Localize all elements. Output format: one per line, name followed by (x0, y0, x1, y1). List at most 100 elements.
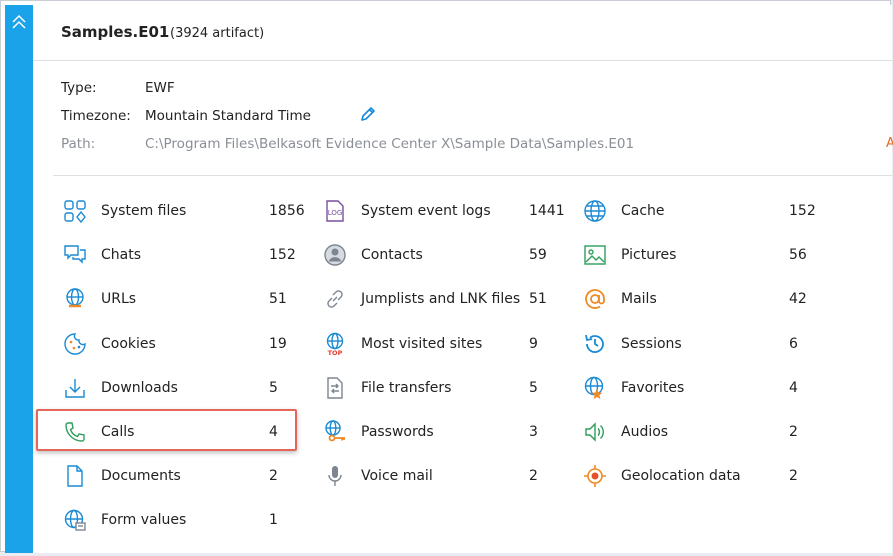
path-value: C:\Program Files\Belkasoft Evidence Cent… (145, 136, 635, 152)
category-cookies[interactable]: Cookies 19 (63, 326, 309, 362)
category-count: 152 (269, 247, 296, 263)
timezone-label: Timezone: (61, 108, 131, 124)
urls-icon (63, 287, 87, 311)
evidence-details-panel: Samples.E01 (3924 artifact) Type: EWF Ti… (33, 5, 893, 553)
svg-text:TOP: TOP (328, 349, 343, 356)
category-geolocation-data[interactable]: Geolocation data 2 (583, 458, 829, 494)
log-icon: LOG (323, 199, 347, 223)
type-label: Type: (61, 80, 97, 96)
category-downloads[interactable]: Downloads 5 (63, 370, 309, 406)
edit-timezone-button[interactable] (359, 105, 377, 123)
cache-globe-icon (583, 199, 607, 223)
category-system-event-logs[interactable]: LOG System event logs 1441 (323, 193, 569, 229)
category-label: Chats (101, 247, 142, 263)
cookies-icon (63, 332, 87, 356)
mail-at-icon (583, 287, 607, 311)
category-label: Most visited sites (361, 336, 483, 352)
category-favorites[interactable]: Favorites 4 (583, 370, 829, 406)
category-label: Geolocation data (621, 468, 741, 484)
svg-text:LOG: LOG (328, 209, 343, 217)
category-file-transfers[interactable]: File transfers 5 (323, 370, 569, 406)
category-label: URLs (101, 291, 137, 307)
category-label: File transfers (361, 380, 452, 396)
category-count: 2 (789, 424, 798, 440)
category-label: Passwords (361, 424, 434, 440)
category-count: 5 (269, 380, 278, 396)
category-count: 2 (529, 468, 538, 484)
category-count: 59 (529, 247, 547, 263)
category-label: System files (101, 203, 187, 219)
divider (53, 175, 892, 176)
downloads-icon (63, 376, 87, 400)
document-icon (63, 464, 87, 488)
pencil-icon (361, 107, 375, 121)
link-icon (323, 287, 347, 311)
category-label: Voice mail (361, 468, 433, 484)
geolocation-icon (583, 464, 607, 488)
category-count: 1856 (269, 203, 305, 219)
timezone-value: Mountain Standard Time (145, 108, 311, 124)
category-label: System event logs (361, 203, 491, 219)
category-label: Downloads (101, 380, 178, 396)
category-count: 56 (789, 247, 807, 263)
category-count: 6 (789, 336, 798, 352)
history-icon (583, 332, 607, 356)
category-audios[interactable]: Audios 2 (583, 414, 829, 450)
category-label: Audios (621, 424, 669, 440)
category-voice-mail[interactable]: Voice mail 2 (323, 458, 569, 494)
path-label: Path: (61, 136, 96, 152)
category-label: Jumplists and LNK files (361, 291, 521, 307)
category-system-files[interactable]: System files 1856 (63, 193, 309, 229)
chevron-double-up-icon (12, 14, 26, 29)
speaker-icon (583, 420, 607, 444)
category-count: 1 (269, 512, 278, 528)
artifact-count: (3924 artifact) (170, 26, 265, 41)
category-count: 19 (269, 336, 287, 352)
truncated-link[interactable]: A (886, 136, 893, 151)
collapse-button[interactable] (5, 13, 33, 41)
category-label: Cache (621, 203, 665, 219)
category-form-values[interactable]: Form values 1 (63, 502, 309, 538)
top-sites-icon: TOP (323, 332, 347, 357)
page-title: Samples.E01 (61, 23, 170, 41)
category-count: 2 (269, 468, 278, 484)
picture-icon (583, 243, 607, 267)
category-sessions[interactable]: Sessions 6 (583, 326, 829, 362)
category-documents[interactable]: Documents 2 (63, 458, 309, 494)
category-count: 152 (789, 203, 816, 219)
microphone-icon (323, 464, 347, 488)
category-count: 4 (269, 424, 278, 440)
category-calls[interactable]: Calls 4 (63, 414, 309, 450)
category-count: 1441 (529, 203, 565, 219)
category-count: 4 (789, 380, 798, 396)
favorites-star-icon (583, 376, 607, 400)
category-label: Form values (101, 512, 187, 528)
category-passwords[interactable]: Passwords 3 (323, 414, 569, 450)
category-contacts[interactable]: Contacts 59 (323, 237, 569, 273)
form-values-icon (63, 508, 87, 532)
category-cache[interactable]: Cache 152 (583, 193, 829, 229)
category-label: Documents (101, 468, 181, 484)
side-accent-strip (5, 5, 33, 553)
category-count: 9 (529, 336, 538, 352)
panel-header: Samples.E01 (3924 artifact) (33, 5, 892, 61)
password-key-icon (323, 420, 347, 444)
phone-icon (63, 420, 87, 444)
evidence-panel-frame: Samples.E01 (3924 artifact) Type: EWF Ti… (0, 0, 893, 553)
category-jumplists-and-lnk-files[interactable]: Jumplists and LNK files 51 (323, 281, 569, 317)
category-chats[interactable]: Chats 152 (63, 237, 309, 273)
category-pictures[interactable]: Pictures 56 (583, 237, 829, 273)
chats-icon (63, 243, 87, 267)
category-count: 2 (789, 468, 798, 484)
category-count: 51 (269, 291, 287, 307)
category-urls[interactable]: URLs 51 (63, 281, 309, 317)
category-label: Sessions (621, 336, 682, 352)
category-label: Favorites (621, 380, 685, 396)
contacts-icon (323, 243, 347, 267)
type-value: EWF (145, 80, 175, 96)
category-mails[interactable]: Mails 42 (583, 281, 829, 317)
system-files-icon (63, 199, 87, 224)
category-most-visited-sites[interactable]: TOP Most visited sites 9 (323, 326, 569, 362)
category-label: Calls (101, 424, 135, 440)
category-count: 3 (529, 424, 538, 440)
